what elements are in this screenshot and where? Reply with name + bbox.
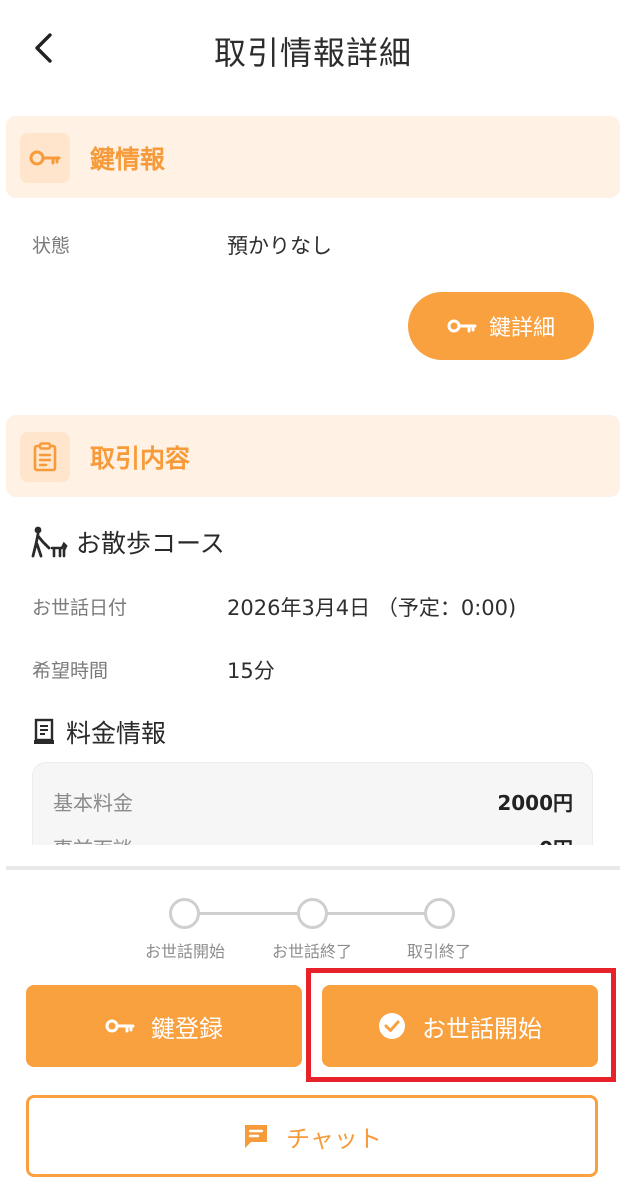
fee-value: 0円 [539,833,573,845]
key-detail-button[interactable]: 鍵詳細 [408,292,594,360]
key-icon [105,1019,135,1033]
chat-button[interactable]: チャット [26,1095,598,1177]
content-scroll-area[interactable]: 鍵情報 状態 預かりなし 鍵詳細 取引内容 お散歩コース お世話日付 2026年… [0,100,626,845]
register-key-label: 鍵登録 [151,1014,223,1043]
deal-section-title: 取引内容 [90,444,191,473]
step-label: お世話終了 [271,942,352,961]
fee-title: 料金情報 [66,719,167,748]
bottom-panel-divider [6,866,620,870]
clipboard-icon [20,432,70,482]
step-dot [424,898,455,929]
care-date-value: 2026年3月4日 （予定：0:00) [227,596,517,620]
register-key-button[interactable]: 鍵登録 [26,985,302,1067]
step-dot [297,898,328,929]
fee-name: 事前面談 [53,833,133,845]
step-label: お世話開始 [144,942,225,961]
key-info-title: 鍵情報 [90,145,166,174]
highlight-box [306,968,616,1082]
fee-value: 2000円 [497,791,573,815]
progress-stepper: お世話開始 お世話終了 取引終了 [0,895,626,965]
care-date-label: お世話日付 [32,597,128,619]
app-header: 取引情報詳細 [0,0,626,100]
course-heading: お散歩コース [30,524,225,560]
desired-time-value: 15分 [227,659,275,683]
step-label: 取引終了 [406,942,471,961]
key-icon [20,133,70,183]
desired-time-label: 希望時間 [32,660,109,682]
chat-label: チャット [286,1124,382,1153]
fee-name: 基本料金 [53,791,133,815]
key-icon [447,319,477,333]
step-connector [199,912,297,915]
page-title: 取引情報詳細 [213,34,412,72]
key-info-section-header: 鍵情報 [6,116,620,198]
dog-walk-icon [30,526,68,558]
receipt-icon [32,718,58,746]
key-detail-label: 鍵詳細 [488,316,555,341]
chat-icon [245,1125,268,1148]
step-connector [327,912,425,915]
deal-section-header: 取引内容 [6,415,620,497]
course-title: お散歩コース [76,529,225,558]
key-status-value: 預かりなし [227,234,332,258]
fee-table: 基本料金 2000円 事前面談 0円 [32,762,593,845]
fee-heading: 料金情報 [32,714,166,750]
key-status-label: 状態 [32,235,71,257]
step-dot [169,898,200,929]
